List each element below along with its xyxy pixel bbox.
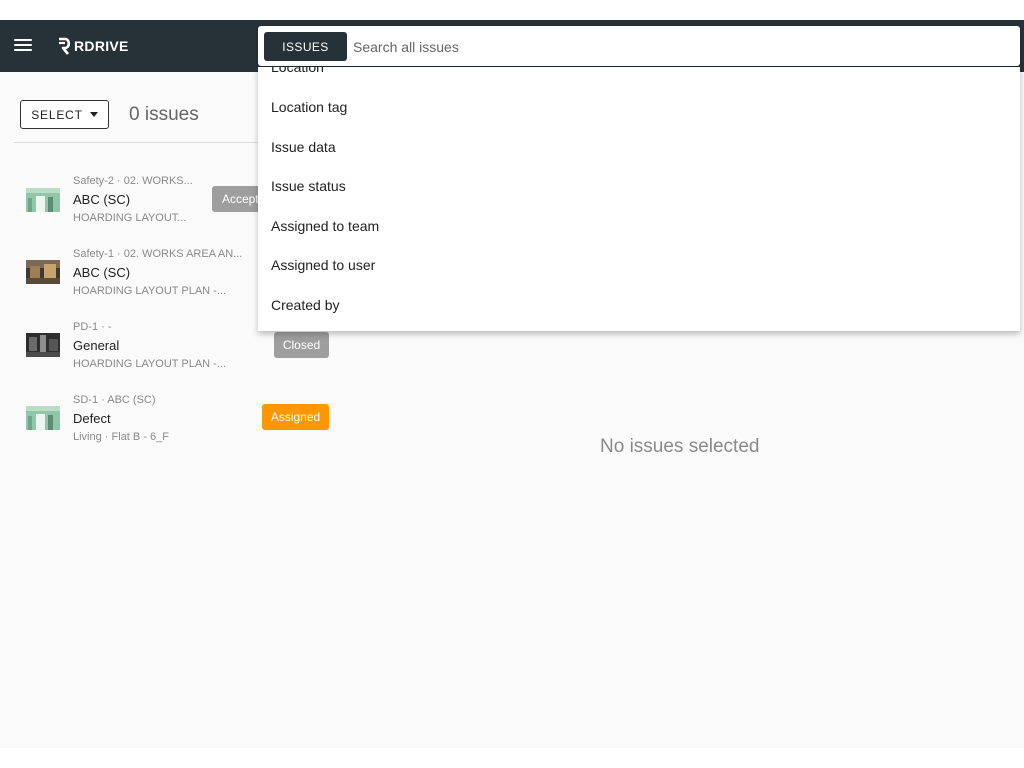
dropdown-item-location[interactable]: Location <box>271 67 324 77</box>
select-button[interactable]: SELECT <box>20 100 109 129</box>
issue-title: Defect <box>73 411 111 426</box>
hamburger-menu-icon[interactable] <box>14 39 32 53</box>
search-bar: ISSUES <box>258 26 1020 66</box>
logo-mark-icon <box>59 37 71 55</box>
issue-subtitle: HOARDING LAYOUT PLAN -... <box>73 358 227 370</box>
issue-meta: SD-1 · ABC (SC) <box>73 394 156 406</box>
issue-thumbnail <box>26 260 60 284</box>
search-input[interactable] <box>353 33 1003 60</box>
issue-title: ABC (SC) <box>73 192 131 207</box>
issue-meta: PD-1 · - <box>73 321 112 333</box>
dropdown-item-issue-status[interactable]: Issue status <box>271 176 346 196</box>
issue-subtitle: Living · Flat B - 6_F <box>73 431 169 443</box>
issue-subtitle: HOARDING LAYOUT PLAN -... <box>73 285 227 297</box>
app-logo[interactable]: RDRIVE <box>56 36 129 56</box>
search-scope-button[interactable]: ISSUES <box>264 32 347 61</box>
issue-thumbnail <box>26 188 60 212</box>
search-filter-dropdown: Location Location tag Issue data Issue s… <box>258 67 1020 331</box>
status-badge-assigned: Assigned <box>262 404 329 430</box>
issue-count: 0 issues <box>129 104 199 125</box>
dropdown-item-issue-data[interactable]: Issue data <box>271 137 336 157</box>
list-divider <box>14 142 258 143</box>
issue-thumbnail <box>26 333 60 357</box>
select-button-label: SELECT <box>31 107 83 122</box>
logo-text: RDRIVE <box>74 38 129 54</box>
app-screen: RDRIVE SELECT 0 issues Safety-2 · 02. WO… <box>0 20 1024 748</box>
dropdown-item-assigned-to-team[interactable]: Assigned to team <box>271 216 379 236</box>
issue-title: ABC (SC) <box>73 265 131 280</box>
empty-detail-message: No issues selected <box>600 436 760 457</box>
issue-thumbnail <box>26 406 60 430</box>
status-badge-closed: Closed <box>274 332 329 358</box>
issue-title: General <box>73 338 120 353</box>
caret-down-icon <box>89 112 98 117</box>
dropdown-item-assigned-to-user[interactable]: Assigned to user <box>271 255 375 275</box>
dropdown-item-created-by[interactable]: Created by <box>271 295 339 315</box>
issue-subtitle: HOARDING LAYOUT... <box>73 212 187 224</box>
issue-meta: Safety-1 · 02. WORKS AREA AN... <box>73 248 243 260</box>
dropdown-item-location-tag[interactable]: Location tag <box>271 97 347 117</box>
issue-meta: Safety-2 · 02. WORKS... <box>73 175 193 187</box>
